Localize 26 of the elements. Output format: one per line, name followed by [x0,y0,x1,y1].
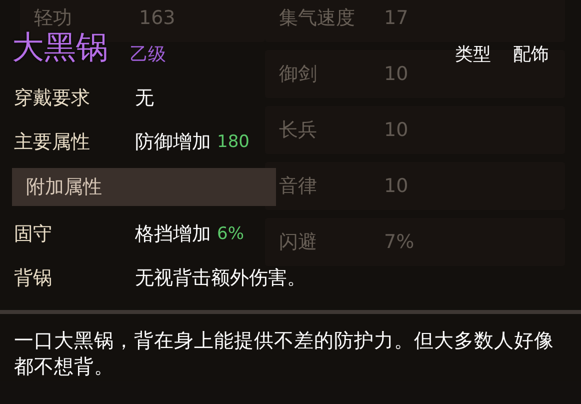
stat-value: 10 [384,119,408,141]
attribute-label: 穿戴要求 [14,86,91,111]
bonus-value: 6% [217,224,244,244]
stat-label: 音律 [278,174,318,199]
stat-label: 集气速度 [278,6,356,31]
stat-value: 10 [384,63,408,85]
item-grade: 乙级 [130,43,166,66]
stat-label: 长兵 [278,118,318,143]
stat-value: 17 [384,7,408,29]
stat-label: 御剑 [278,62,318,87]
bonus-value: 180 [217,132,250,152]
attribute-label: 背锅 [14,266,53,291]
section-header: 附加属性 [12,168,276,206]
stat-value: 10 [384,175,408,197]
stat-value: 163 [139,7,176,29]
attribute-value: 防御增加 [135,130,211,155]
attribute-label: 主要属性 [14,130,91,155]
stat-label: 闪避 [278,230,318,255]
attribute-value: 无视背击额外伤害。 [135,266,306,291]
stat-value: 7% [384,231,414,253]
attribute-value: 无 [135,86,154,111]
type-value: 配饰 [513,43,549,66]
type-label: 类型 [455,43,491,66]
attribute-value: 格挡增加 [135,222,211,247]
item-description: 一口大黑锅，背在身上能提供不差的防护力。但大多数人好像都不想背。 [13,328,555,380]
attribute-label: 固守 [14,222,53,247]
